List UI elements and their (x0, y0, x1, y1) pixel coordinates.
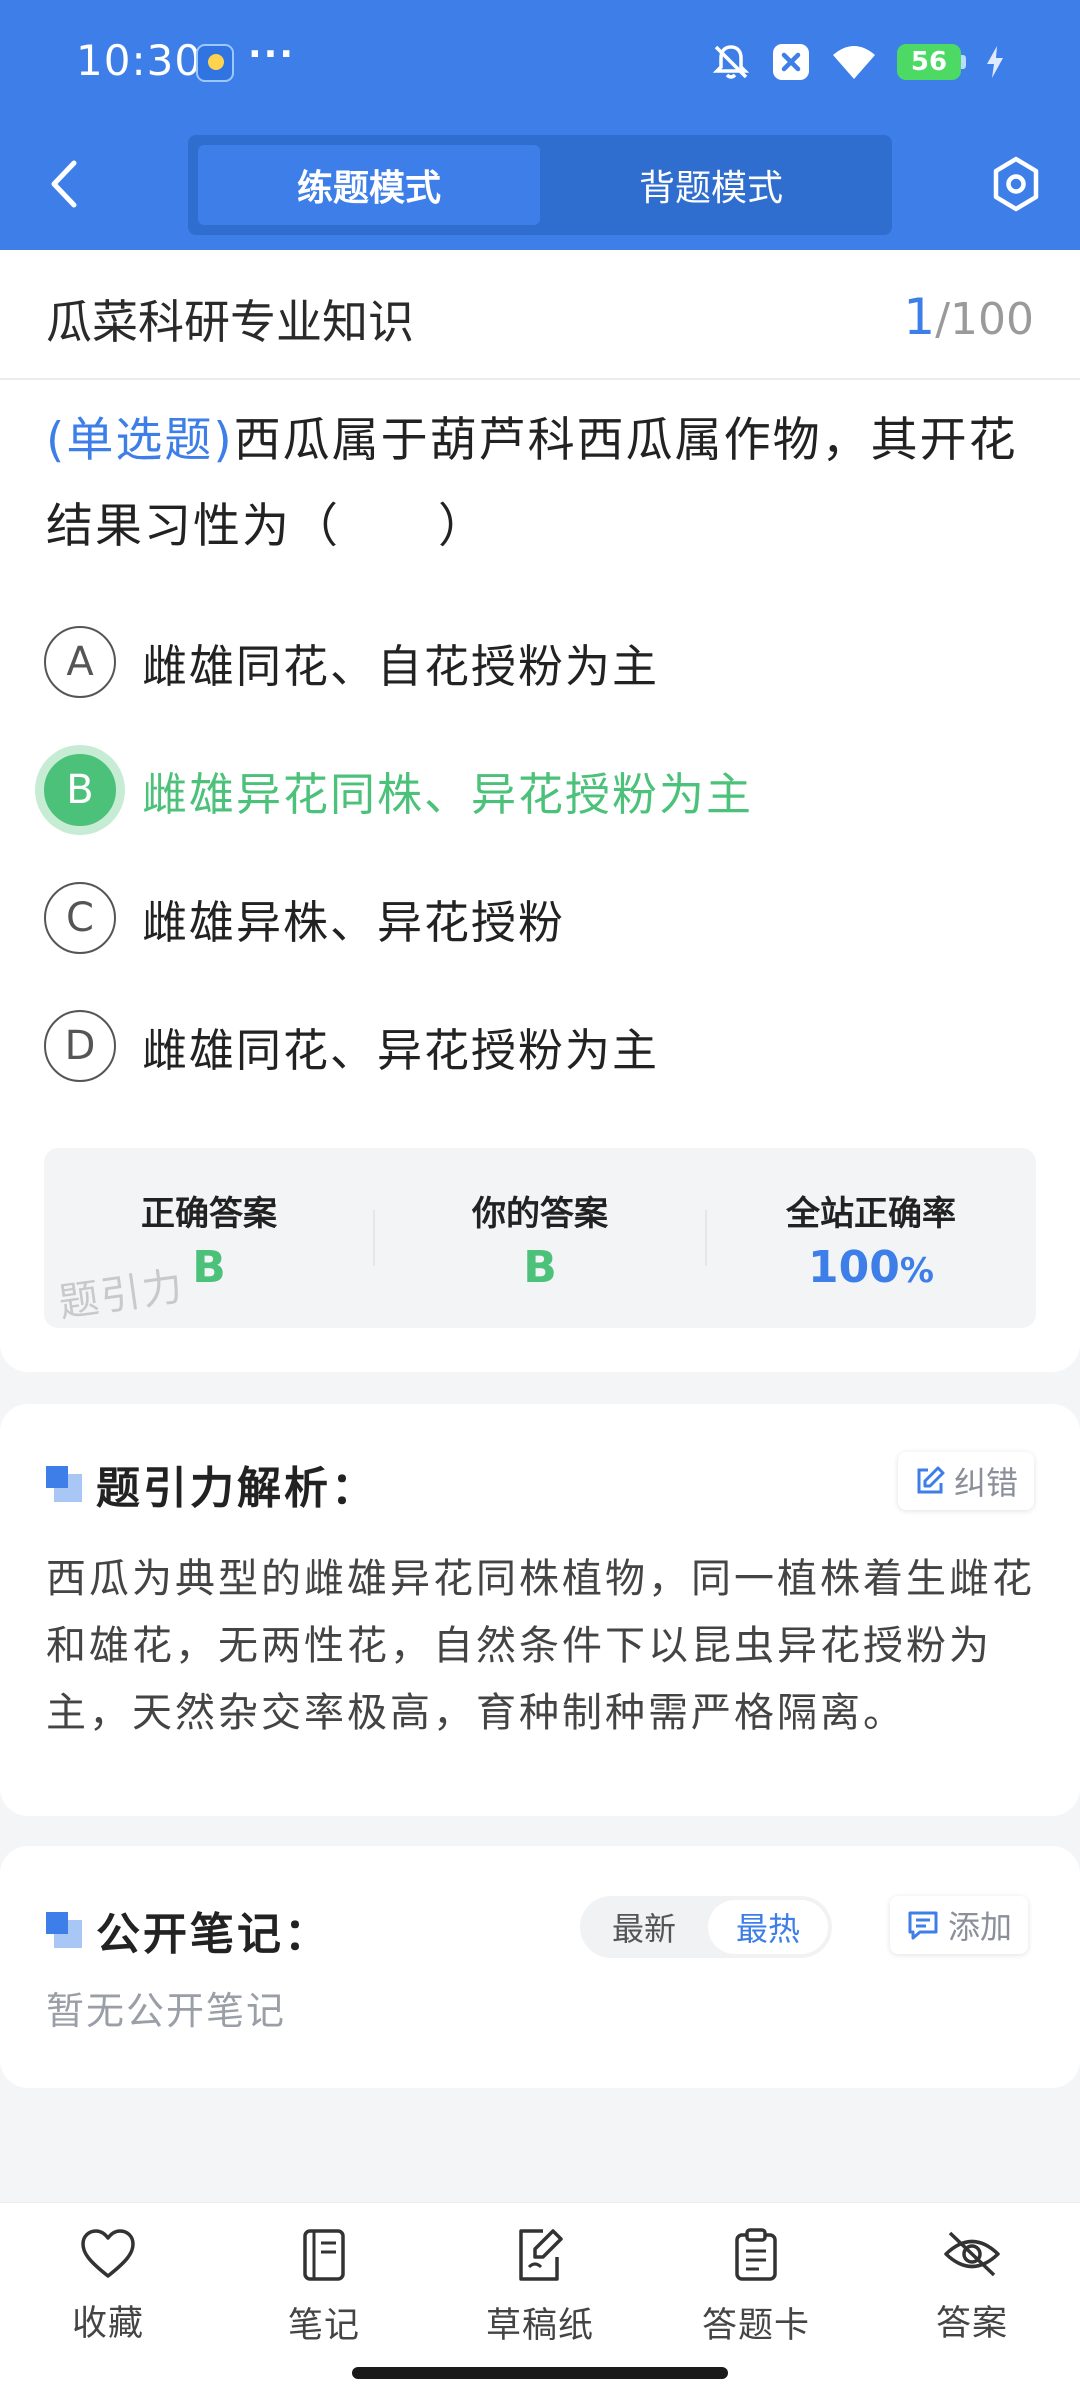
edit-icon (917, 1466, 945, 1494)
battery-icon: 56 (897, 44, 966, 80)
show-answer-button[interactable]: 答案 (864, 2227, 1080, 2357)
correct-answer-label: 正确答案 (141, 1194, 277, 1234)
section-squares-icon (46, 1466, 82, 1502)
accuracy-value: 100% (808, 1242, 934, 1293)
charging-icon (987, 46, 1003, 78)
chevron-left-icon[interactable] (40, 155, 90, 213)
favorite-button[interactable]: 收藏 (0, 2227, 216, 2357)
add-note-button[interactable]: 添加 (890, 1896, 1029, 1954)
option-d[interactable]: D 雌雄同花、异花授粉为主 (44, 1008, 659, 1084)
show-answer-label: 答案 (935, 2304, 1008, 2344)
status-time: 10:30 (76, 36, 203, 85)
option-a[interactable]: A 雌雄同花、自花授粉为主 (44, 624, 659, 700)
option-letter: A (44, 626, 116, 698)
subject-title: 瓜菜科研专业知识 (46, 295, 414, 349)
analysis-title: 题引力解析： (46, 1452, 378, 1516)
accuracy-stat: 全站正确率 100% (706, 1148, 1036, 1328)
your-answer-label: 你的答案 (472, 1194, 608, 1234)
top-header: 10:30 ··· 56 练题模式 背题模式 (0, 0, 1080, 250)
option-b[interactable]: B 雌雄异花同株、异花授粉为主 (44, 752, 753, 828)
public-notes-card: 公开笔记： 最新 最热 添加 暂无公开笔记 (0, 1846, 1080, 2088)
eye-off-icon (944, 2231, 1000, 2277)
draft-paper-icon (519, 2229, 563, 2281)
notes-sort-switch: 最新 最热 (580, 1896, 832, 1958)
tab-recite-mode[interactable]: 背题模式 (540, 145, 882, 225)
analysis-card: 题引力解析： 纠错 西瓜为典型的雌雄异花同株植物，同一植株着生雌花和雄花，无两性… (0, 1404, 1080, 1816)
option-letter: D (44, 1010, 116, 1082)
answer-sheet-label: 答题卡 (701, 2306, 810, 2346)
question-card: 瓜菜科研专业知识 1/100 (单选题)西瓜属于葫芦科西瓜属作物，其开花结果习性… (0, 250, 1080, 1372)
notes-label: 笔记 (287, 2306, 360, 2346)
notes-empty-text: 暂无公开笔记 (46, 1989, 287, 2033)
status-icons: 56 (711, 40, 1004, 84)
question-stem: (单选题)西瓜属于葫芦科西瓜属作物，其开花结果习性为（ ） (46, 398, 1036, 570)
battery-level: 56 (897, 44, 961, 80)
weather-app-icon (196, 44, 234, 82)
sort-hottest[interactable]: 最热 (708, 1900, 828, 1954)
answer-sheet-icon (735, 2228, 777, 2281)
analysis-text: 西瓜为典型的雌雄异花同株植物，同一植株着生雌花和雄花，无两性花，自然条件下以昆虫… (46, 1556, 1035, 1736)
option-text: 雌雄同花、自花授粉为主 (142, 639, 660, 693)
report-error-button[interactable]: 纠错 (898, 1452, 1035, 1510)
favorite-label: 收藏 (71, 2304, 144, 2344)
question-type: (单选题) (46, 413, 234, 468)
option-letter: B (44, 754, 116, 826)
option-text: 雌雄异花同株、异花授粉为主 (142, 767, 754, 821)
question-header: 瓜菜科研专业知识 1/100 (0, 250, 1080, 380)
comment-icon (908, 1911, 938, 1940)
draft-paper-label: 草稿纸 (485, 2306, 594, 2346)
draft-paper-button[interactable]: 草稿纸 (432, 2227, 648, 2357)
notes-title: 公开笔记： (46, 1898, 331, 1962)
question-counter[interactable]: 1/100 (903, 288, 1034, 346)
option-letter: C (44, 882, 116, 954)
home-indicator[interactable] (352, 2367, 728, 2379)
answer-result-panel: 正确答案 B 你的答案 B 全站正确率 100% 题引力 (44, 1148, 1036, 1328)
accuracy-label: 全站正确率 (786, 1194, 956, 1234)
status-bar: 10:30 ··· 56 (0, 0, 1080, 125)
close-app-icon (773, 44, 809, 80)
notes-button[interactable]: 笔记 (216, 2227, 432, 2357)
tab-practice-mode[interactable]: 练题模式 (198, 145, 540, 225)
total-questions: /100 (935, 294, 1034, 345)
more-notifications-icon: ··· (248, 34, 296, 75)
option-text: 雌雄异株、异花授粉 (142, 895, 566, 949)
option-c[interactable]: C 雌雄异株、异花授粉 (44, 880, 565, 956)
heart-icon (81, 2229, 135, 2278)
wifi-icon (833, 46, 875, 79)
your-answer-stat: 你的答案 B (375, 1148, 705, 1328)
sort-latest[interactable]: 最新 (584, 1900, 704, 1954)
mode-switch: 练题模式 背题模式 (188, 135, 892, 235)
answer-sheet-button[interactable]: 答题卡 (648, 2227, 864, 2357)
your-answer-value: B (523, 1242, 557, 1293)
hexagon-gear-icon[interactable] (988, 154, 1044, 214)
notebook-icon (303, 2229, 345, 2281)
mute-icon (712, 45, 750, 79)
current-question-number: 1 (903, 288, 936, 346)
option-text: 雌雄同花、异花授粉为主 (142, 1023, 660, 1077)
section-squares-icon (46, 1912, 82, 1948)
